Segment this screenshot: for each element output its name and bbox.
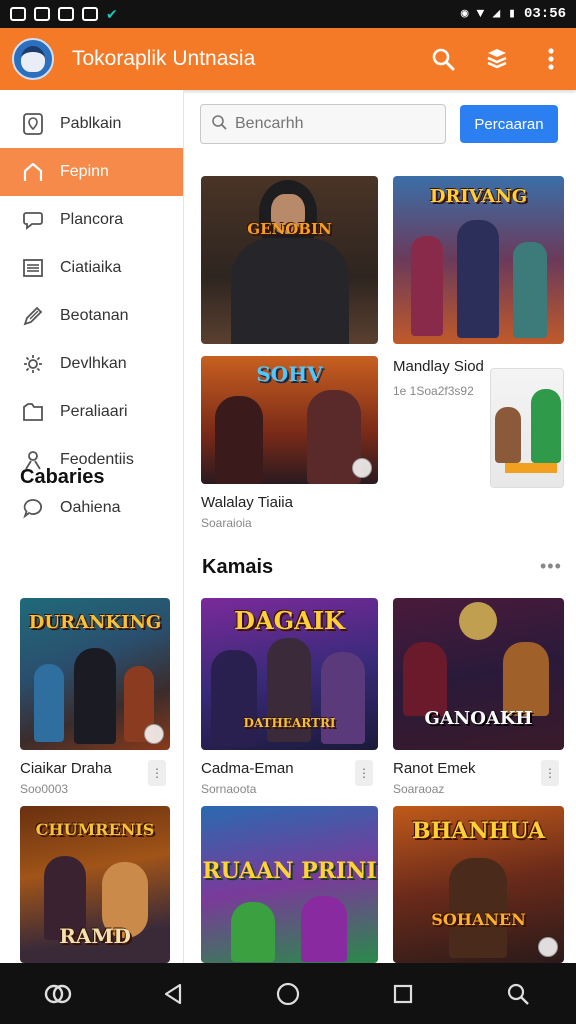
signal-icon: ◢ — [492, 6, 501, 21]
sidebar-item-oahiena[interactable]: Oahiena — [0, 484, 183, 532]
featured-card-title[interactable]: Walalay Tiaiia — [201, 494, 293, 511]
status-bar: ✔ ◉ ▼ ◢ ▮ 03:56 — [0, 0, 576, 28]
battery-icon: ▮ — [508, 6, 516, 21]
comment-icon — [20, 495, 46, 521]
overflow-menu-icon[interactable] — [538, 46, 564, 72]
featured-card-art[interactable]: SOHV — [201, 356, 378, 484]
settings-icon — [20, 351, 46, 377]
chat-icon — [20, 207, 46, 233]
alarm-icon: ◉ — [460, 6, 469, 21]
sidebar-item-ciatiaika[interactable]: Ciatiaika — [0, 244, 183, 292]
featured-card-subtitle: Soaraioia — [201, 516, 252, 530]
wifi-icon: ▼ — [476, 6, 485, 21]
sidebar-card-subtitle: Soo0003 — [20, 782, 69, 796]
app-logo[interactable] — [12, 38, 54, 80]
back-icon[interactable] — [157, 978, 189, 1010]
sidebar-item-peraliaari[interactable]: Peraliaari — [0, 388, 183, 436]
game-card-title[interactable]: Cadma-Eman — [201, 760, 294, 777]
game-card-subtitle: Sornaoota — [201, 782, 257, 796]
sidebar-card-title[interactable]: Ciaikar Draha — [20, 760, 112, 777]
home-button-icon[interactable] — [272, 978, 304, 1010]
game-badge-icon — [144, 724, 164, 744]
search-button[interactable]: Percaaran — [460, 105, 558, 143]
recents-icon[interactable] — [387, 978, 419, 1010]
search-icon — [211, 114, 227, 135]
sidebar-item-pablkain[interactable]: Pablkain — [0, 100, 183, 148]
sidebar-item-label: Devlhkan — [60, 355, 127, 372]
assistant-icon[interactable] — [42, 978, 74, 1010]
map-pin-icon — [20, 111, 46, 137]
notification-icon — [10, 7, 26, 21]
game-card-art[interactable]: BHANHUA SOHANEN — [393, 806, 564, 963]
search-input[interactable] — [235, 115, 425, 133]
game-badge-icon — [352, 458, 372, 478]
pen-icon — [20, 303, 46, 329]
system-navigation-bar — [0, 963, 576, 1024]
search-field[interactable] — [200, 104, 446, 144]
sidebar-item-fepinn[interactable]: Fepinn — [0, 148, 183, 196]
folder-icon — [20, 399, 46, 425]
search-icon[interactable] — [430, 46, 456, 72]
sidebar-section-heading: Cabaries — [20, 466, 105, 488]
sidebar-game-card-art[interactable]: DURANKING — [20, 598, 170, 750]
status-time: 03:56 — [523, 6, 566, 22]
sidebar-item-label: Plancora — [60, 211, 124, 228]
sidebar-game-card-art[interactable]: CHUMRENIS RAMD — [20, 806, 170, 963]
game-card-title[interactable]: Ranot Emek — [393, 760, 476, 777]
sidebar-item-label: Beotanan — [60, 307, 129, 324]
game-card-art[interactable]: RUAAN PRINI — [201, 806, 378, 963]
featured-card-title[interactable]: Mandlay Siod — [393, 358, 484, 375]
sidebar-item-label: Pablkain — [60, 115, 122, 132]
featured-card-art[interactable]: GENOBIN — [201, 176, 378, 344]
sidebar-item-label: Oahiena — [60, 499, 121, 516]
calendar-icon — [58, 7, 74, 21]
home-icon — [20, 159, 46, 185]
game-card-art[interactable]: DAGAIK DATHEARTRI — [201, 598, 378, 750]
search-nav-icon[interactable] — [502, 978, 534, 1010]
game-card-subtitle: Soaraoaz — [393, 782, 445, 796]
section-heading: Kamais — [202, 556, 274, 578]
section-more-button[interactable]: ••• — [540, 556, 562, 577]
card-more-button[interactable]: ⋮ — [355, 760, 373, 786]
list-icon — [20, 255, 46, 281]
featured-card-art[interactable]: DRIVANG — [393, 176, 564, 344]
sidebar-item-label: Ciatiaika — [60, 259, 122, 276]
media-icon — [82, 7, 98, 21]
sidebar-item-plancora[interactable]: Plancora — [0, 196, 183, 244]
search-row: Percaaran — [200, 104, 560, 144]
check-icon: ✔ — [106, 6, 118, 22]
app-title: Tokoraplik Untnasia — [72, 47, 256, 70]
app-bar: Tokoraplik Untnasia — [0, 28, 576, 90]
sidebar-item-beotanan[interactable]: Beotanan — [0, 292, 183, 340]
featured-card-subtitle: 1e 1Soa2f3s92 — [393, 384, 474, 398]
photo-icon — [34, 7, 50, 21]
card-more-button[interactable]: ⋮ — [148, 760, 166, 786]
sidebar-item-devlhkan[interactable]: Devlhkan — [0, 340, 183, 388]
layers-icon[interactable] — [484, 46, 510, 72]
sidebar-item-label: Fepinn — [60, 163, 109, 180]
game-badge-icon — [538, 937, 558, 957]
featured-card-art[interactable] — [490, 368, 564, 488]
sidebar-item-label: Peraliaari — [60, 403, 128, 420]
game-card-art[interactable]: GANOAKH — [393, 598, 564, 750]
card-more-button[interactable]: ⋮ — [541, 760, 559, 786]
